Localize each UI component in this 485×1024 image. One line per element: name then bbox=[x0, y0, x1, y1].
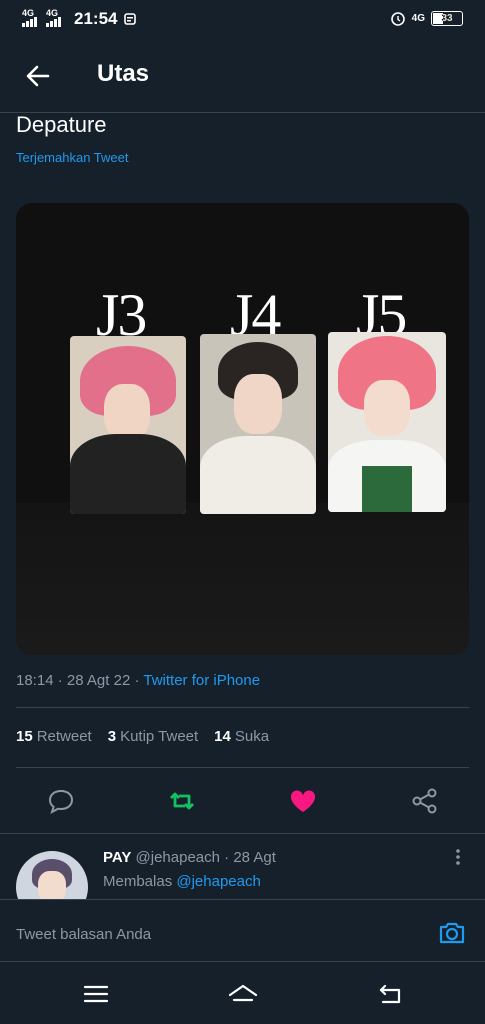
tweet-text: Depature bbox=[16, 112, 107, 137]
tweet-stats: 15 Retweet 3 Kutip Tweet 14 Suka bbox=[16, 728, 269, 745]
network-type: 4G bbox=[411, 12, 425, 24]
page-title: Utas bbox=[97, 60, 150, 87]
back-nav-icon[interactable] bbox=[376, 982, 404, 1006]
reply-date: 28 Agt bbox=[233, 849, 276, 866]
menu-icon[interactable] bbox=[82, 982, 110, 1006]
camera-icon[interactable] bbox=[437, 918, 467, 948]
alarm-icon bbox=[390, 12, 405, 26]
top-app-bar: Utas bbox=[0, 38, 485, 113]
photocard-j3 bbox=[70, 336, 186, 514]
tweet-photo[interactable]: J3 J4 J5 bbox=[16, 203, 469, 655]
back-arrow-icon[interactable] bbox=[24, 62, 52, 90]
reply-icon[interactable] bbox=[46, 786, 76, 816]
retweet-count[interactable]: 15 Retweet bbox=[16, 728, 92, 745]
photocard-j4 bbox=[200, 334, 316, 514]
system-navigation-bar bbox=[0, 962, 485, 1024]
like-count[interactable]: 14 Suka bbox=[214, 728, 269, 745]
tweet-source-link[interactable]: Twitter for iPhone bbox=[143, 672, 260, 689]
status-bar: 4G 4G 21:54 4G 33 bbox=[0, 0, 485, 38]
quote-tweet-count[interactable]: 3 Kutip Tweet bbox=[108, 728, 198, 745]
share-icon[interactable] bbox=[410, 786, 440, 816]
tweet-metadata: 18:14 · 28 Agt 22 · Twitter for iPhone bbox=[16, 672, 261, 689]
photocard-j5 bbox=[328, 332, 446, 512]
retweet-icon[interactable] bbox=[167, 786, 197, 816]
tweet-time: 18:14 bbox=[16, 672, 54, 689]
signal-icon: 4G bbox=[22, 8, 40, 27]
replying-to-handle[interactable]: @jehapeach bbox=[176, 873, 260, 890]
home-icon[interactable] bbox=[227, 982, 259, 1006]
more-options-icon[interactable] bbox=[455, 848, 461, 866]
reply-input[interactable]: Tweet balasan Anda bbox=[16, 926, 151, 943]
divider bbox=[16, 767, 469, 768]
reply-author-name[interactable]: PAY bbox=[103, 849, 131, 866]
reply-author-handle[interactable]: @jehapeach bbox=[136, 849, 220, 866]
reply-tweet[interactable]: PAY @jehapeach · 28 Agt Membalas @jehape… bbox=[0, 833, 485, 923]
battery-icon: 33 bbox=[431, 10, 463, 26]
tweet-date: 28 Agt 22 bbox=[66, 672, 131, 689]
reply-header: PAY @jehapeach · 28 Agt bbox=[103, 849, 276, 866]
notification-icon bbox=[124, 13, 137, 25]
translate-tweet-link[interactable]: Terjemahkan Tweet bbox=[16, 150, 129, 165]
tweet-actions bbox=[0, 782, 485, 820]
divider bbox=[16, 707, 469, 708]
reply-composer[interactable]: Tweet balasan Anda bbox=[0, 899, 485, 962]
replying-to: Membalas @jehapeach bbox=[103, 873, 261, 890]
like-icon[interactable] bbox=[288, 786, 318, 816]
signal-icon: 4G bbox=[46, 8, 64, 27]
status-time: 21:54 bbox=[74, 9, 118, 28]
